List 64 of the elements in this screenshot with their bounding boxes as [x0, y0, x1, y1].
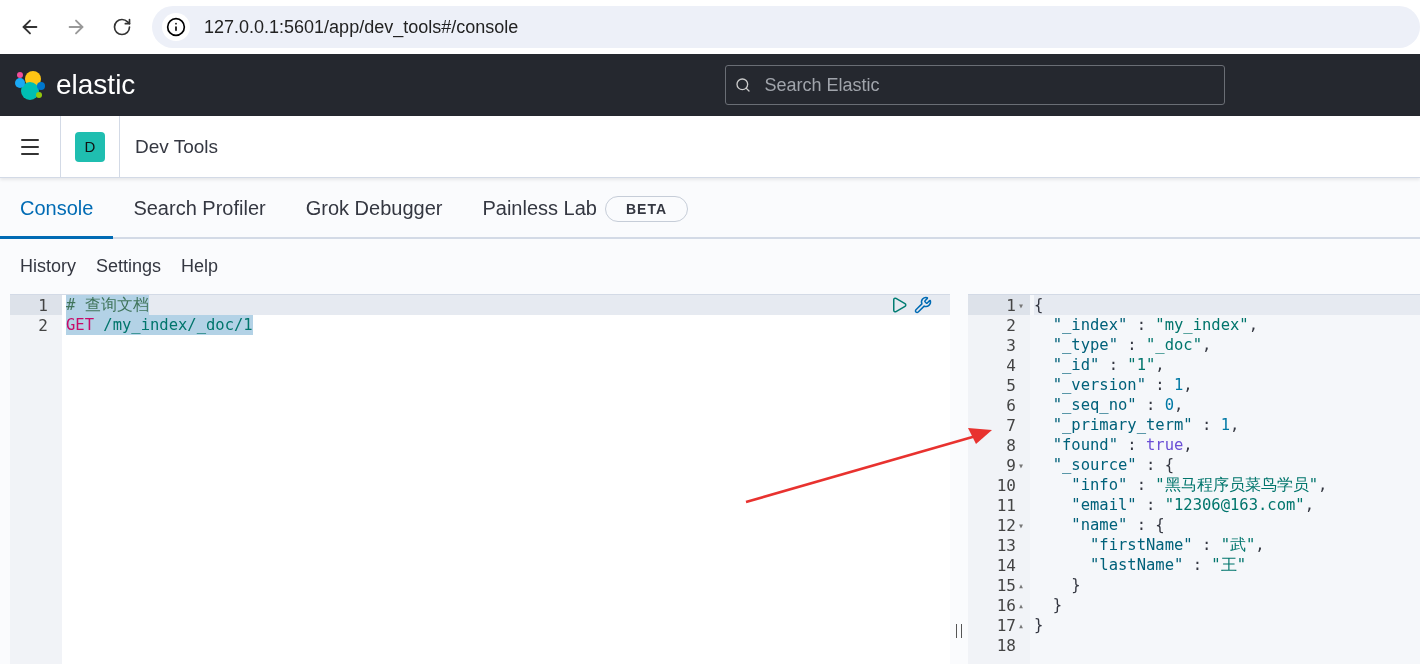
code-line: "_version" : 1, — [1051, 375, 1193, 395]
line-number: 3 — [1006, 335, 1016, 355]
code-line: "_seq_no" : 0, — [1051, 395, 1184, 415]
code-line: "_id" : "1", — [1051, 355, 1165, 375]
fold-toggle[interactable]: ▴ — [1018, 619, 1028, 631]
line-number: 1 — [1006, 295, 1016, 315]
code-line: "firstName" : "武", — [1089, 535, 1265, 555]
code-line: } — [1051, 595, 1062, 615]
code-line: "name" : { — [1070, 515, 1165, 535]
line-number: 17 — [996, 615, 1016, 635]
code-line: "lastName" : "王" — [1089, 555, 1246, 575]
code-line: "found" : true, — [1051, 435, 1193, 455]
line-number: 7 — [1006, 415, 1016, 435]
line-number: 1 — [38, 295, 48, 315]
line-number: 4 — [1006, 355, 1016, 375]
tab[interactable]: Painless Lab BETA — [462, 178, 709, 239]
line-number: 10 — [996, 475, 1016, 495]
code-line: } — [1034, 615, 1044, 635]
menu-link[interactable]: History — [20, 256, 76, 277]
tab[interactable]: Console — [0, 178, 114, 239]
fold-toggle[interactable]: ▴ — [1018, 599, 1028, 611]
fold-toggle[interactable]: ▾ — [1018, 459, 1028, 471]
logo-icon[interactable] — [14, 69, 46, 101]
code-line: "_index" : "my_index", — [1051, 315, 1258, 335]
line-number: 15 — [996, 575, 1016, 595]
line-number: 2 — [1006, 315, 1016, 335]
tab[interactable]: Grok Debugger — [285, 178, 463, 239]
line-number: 14 — [996, 555, 1016, 575]
request-editor[interactable]: 1 2 # 查询文档 GET /my_index/_doc/1 — [10, 294, 950, 664]
line-number: 12 — [996, 515, 1016, 535]
play-icon[interactable] — [890, 296, 908, 314]
logo-text[interactable]: elastic — [56, 69, 136, 101]
breadcrumb-title: Dev Tools — [135, 135, 219, 158]
space-avatar[interactable]: D — [75, 131, 105, 162]
code-line: { — [1034, 295, 1044, 315]
line-number: 18 — [996, 635, 1016, 655]
line-number: 5 — [1006, 375, 1016, 395]
code-line: "_primary_term" : 1, — [1051, 415, 1240, 435]
menu-link[interactable]: Settings — [96, 256, 162, 277]
line-number: 16 — [996, 595, 1016, 615]
code-line: "email" : "12306@163.com", — [1070, 495, 1314, 515]
search-field[interactable]: Search Elastic — [725, 65, 1226, 105]
line-number: 11 — [996, 495, 1016, 515]
code-line: "info" : "黑马程序员菜鸟学员", — [1070, 475, 1328, 495]
wrench-icon[interactable] — [914, 296, 932, 314]
reload-icon[interactable] — [112, 17, 132, 37]
line-number: 9 — [1006, 455, 1016, 475]
address-bar[interactable]: 127.0.0.1:5601/app/dev_tools#/console — [152, 6, 1420, 48]
line-number: 8 — [1006, 435, 1016, 455]
line-number: 6 — [1006, 395, 1016, 415]
fold-toggle[interactable]: ▾ — [1018, 299, 1028, 311]
fold-toggle[interactable]: ▾ — [1018, 519, 1028, 531]
line-number: 2 — [38, 315, 48, 335]
code-line: "_source" : { — [1051, 455, 1174, 475]
code-line: "_type" : "_doc", — [1051, 335, 1212, 355]
search-icon — [735, 77, 752, 93]
line-number: 13 — [996, 535, 1016, 555]
resize-handle[interactable] — [956, 624, 962, 638]
menu-link[interactable]: Help — [181, 256, 219, 277]
url-text: 127.0.0.1:5601/app/dev_tools#/console — [204, 16, 519, 38]
tab[interactable]: Search Profiler — [113, 178, 286, 239]
code-line: } — [1070, 575, 1081, 595]
info-icon[interactable] — [162, 13, 190, 41]
fold-toggle[interactable]: ▴ — [1018, 579, 1028, 591]
